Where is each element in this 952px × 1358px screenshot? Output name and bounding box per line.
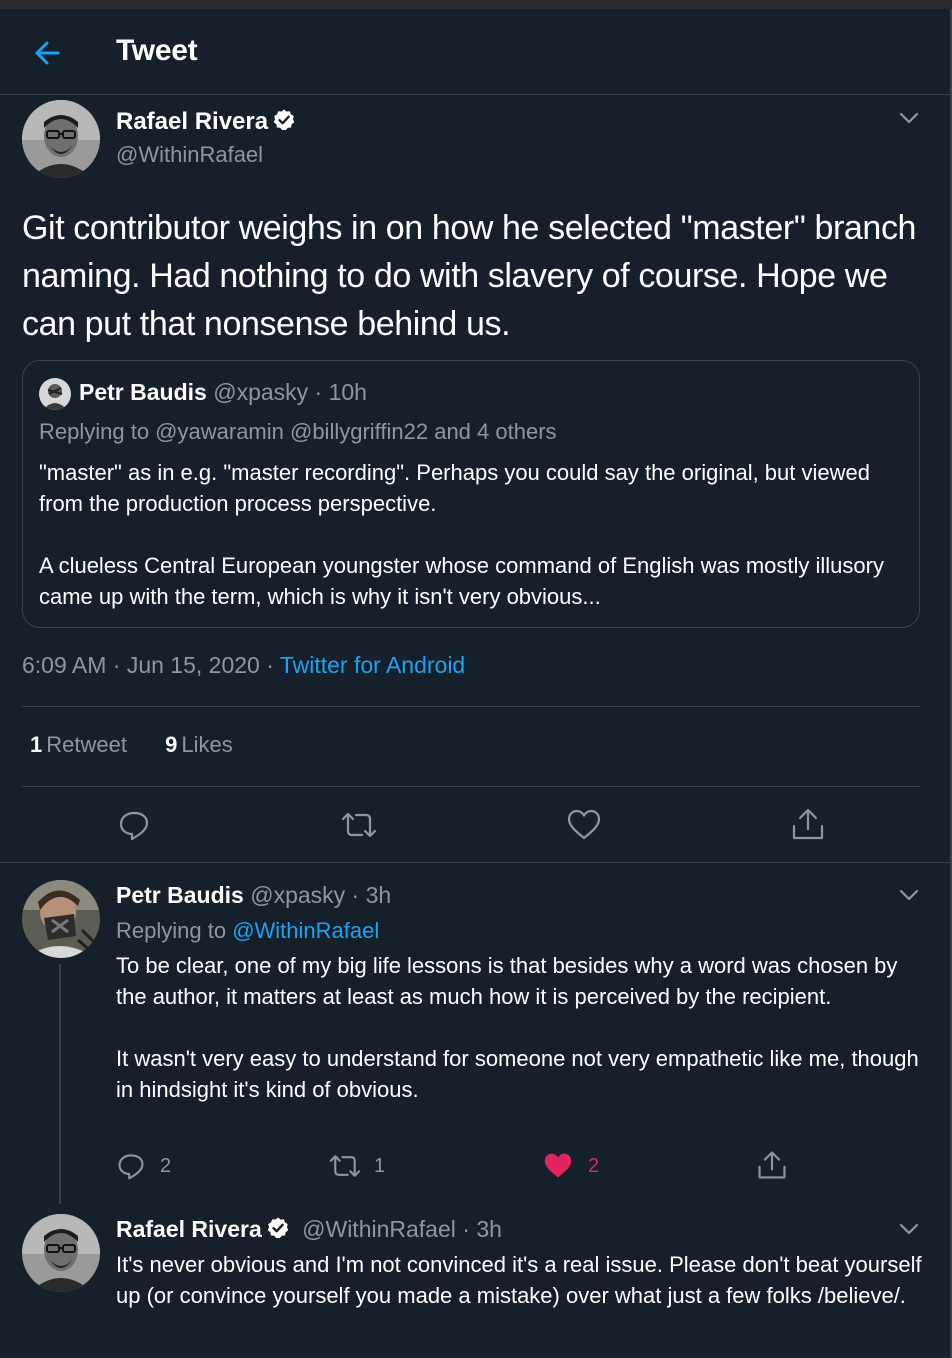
window-top-bar [0, 0, 952, 9]
like-button[interactable] [542, 1151, 574, 1186]
divider [0, 862, 950, 863]
reply-time[interactable]: · 3h [352, 882, 392, 908]
quoted-time: · 10h [314, 379, 367, 405]
retweet-button[interactable] [340, 808, 378, 847]
arrow-left-icon [35, 41, 60, 65]
reply-count: 2 [160, 1155, 172, 1177]
quoted-tweet[interactable]: Petr Baudis @xpasky · 10h Replying to @y… [22, 360, 920, 628]
quoted-paragraph: A clueless Central European youngster wh… [39, 553, 884, 609]
replying-to-handle[interactable]: @WithinRafael [232, 918, 379, 943]
avatar-image [22, 1214, 100, 1292]
tweet-menu-button[interactable] [898, 108, 920, 133]
reply-author[interactable]: Petr Baudis @xpasky · 3h [116, 882, 391, 909]
heart-filled-icon [544, 1153, 572, 1178]
avatar[interactable] [22, 1214, 100, 1292]
quoted-author-name: Petr Baudis [79, 379, 207, 405]
share-button[interactable] [790, 806, 826, 847]
reply-button[interactable] [116, 1151, 146, 1186]
likes-label: Likes [181, 732, 233, 757]
reply-text: It's never obvious and I'm not convinced… [116, 1249, 926, 1311]
avatar[interactable] [22, 880, 100, 958]
verified-badge-icon [273, 109, 295, 131]
thread-connector [59, 964, 61, 1204]
reply-paragraph: It's never obvious and I'm not convinced… [116, 1252, 922, 1308]
reply-author[interactable]: Rafael Rivera @WithinRafael · 3h [116, 1216, 502, 1243]
reply-author-name: Petr Baudis [116, 882, 244, 908]
tweet-stats: 1 Retweet 9 Likes [30, 732, 265, 758]
avatar[interactable] [22, 100, 100, 178]
reply-button[interactable] [117, 808, 151, 847]
avatar-image [22, 880, 100, 958]
reply-menu-button[interactable] [898, 1219, 920, 1244]
page-header: Tweet [0, 9, 952, 95]
retweets-label: Retweet [46, 732, 127, 757]
chevron-down-icon [899, 1223, 919, 1235]
retweet-button[interactable] [328, 1151, 362, 1186]
reply-icon [119, 811, 149, 841]
replying-to-label: Replying to [116, 918, 233, 943]
reply-author-handle: @WithinRafael [302, 1216, 456, 1242]
back-button[interactable] [28, 35, 68, 71]
tweet-text: Git contributor weighs in on how he sele… [22, 209, 917, 343]
retweet-icon [341, 812, 377, 838]
quoted-text: "master" as in e.g. "master recording". … [39, 457, 901, 612]
tweet-author[interactable]: Rafael Rivera @WithinRafael [116, 108, 296, 168]
likes-stat[interactable]: 9 Likes [165, 732, 233, 757]
replying-to: Replying to @WithinRafael [116, 918, 379, 944]
reply-author-handle: @xpasky [250, 882, 346, 908]
quoted-paragraph: "master" as in e.g. "master recording". … [39, 460, 870, 516]
retweet-count: 1 [374, 1155, 386, 1177]
chevron-down-icon [899, 112, 919, 124]
reply-text: To be clear, one of my big life lessons … [116, 950, 926, 1105]
retweets-count: 1 [30, 732, 43, 757]
reply-paragraph: To be clear, one of my big life lessons … [116, 953, 898, 1009]
retweets-stat[interactable]: 1 Retweet [30, 732, 127, 757]
quoted-replying-to: Replying to @yawaramin @billygriffin22 a… [39, 419, 557, 444]
share-button[interactable] [756, 1149, 788, 1186]
likes-count: 9 [165, 732, 178, 757]
reply-icon [118, 1154, 144, 1180]
share-icon [792, 808, 824, 840]
avatar-image [22, 100, 100, 178]
reply-time[interactable]: · 3h [462, 1216, 502, 1242]
tweet-source-link[interactable]: Twitter for Android [280, 652, 465, 678]
reply-author-name: Rafael Rivera [116, 1216, 290, 1242]
page-title: Tweet [116, 34, 198, 67]
quoted-author: Petr Baudis @xpasky · 10h [39, 379, 367, 406]
heart-icon [567, 809, 601, 840]
chevron-down-icon [899, 889, 919, 901]
retweet-icon [329, 1155, 361, 1177]
author-name: Rafael Rivera [116, 108, 296, 136]
like-count: 2 [588, 1155, 600, 1177]
reply-menu-button[interactable] [898, 885, 920, 910]
quoted-author-handle: @xpasky [213, 379, 309, 405]
tweet-time[interactable]: 6:09 AM · Jun 15, 2020 · [22, 652, 280, 678]
divider [22, 706, 920, 707]
author-handle: @WithinRafael [116, 142, 264, 167]
share-icon [758, 1151, 786, 1179]
like-button[interactable] [566, 808, 602, 847]
divider [22, 786, 920, 787]
reply-paragraph: It wasn't very easy to understand for so… [116, 1046, 919, 1102]
verified-badge-icon [267, 1217, 289, 1239]
tweet-timestamp: 6:09 AM · Jun 15, 2020 · Twitter for And… [22, 652, 465, 679]
